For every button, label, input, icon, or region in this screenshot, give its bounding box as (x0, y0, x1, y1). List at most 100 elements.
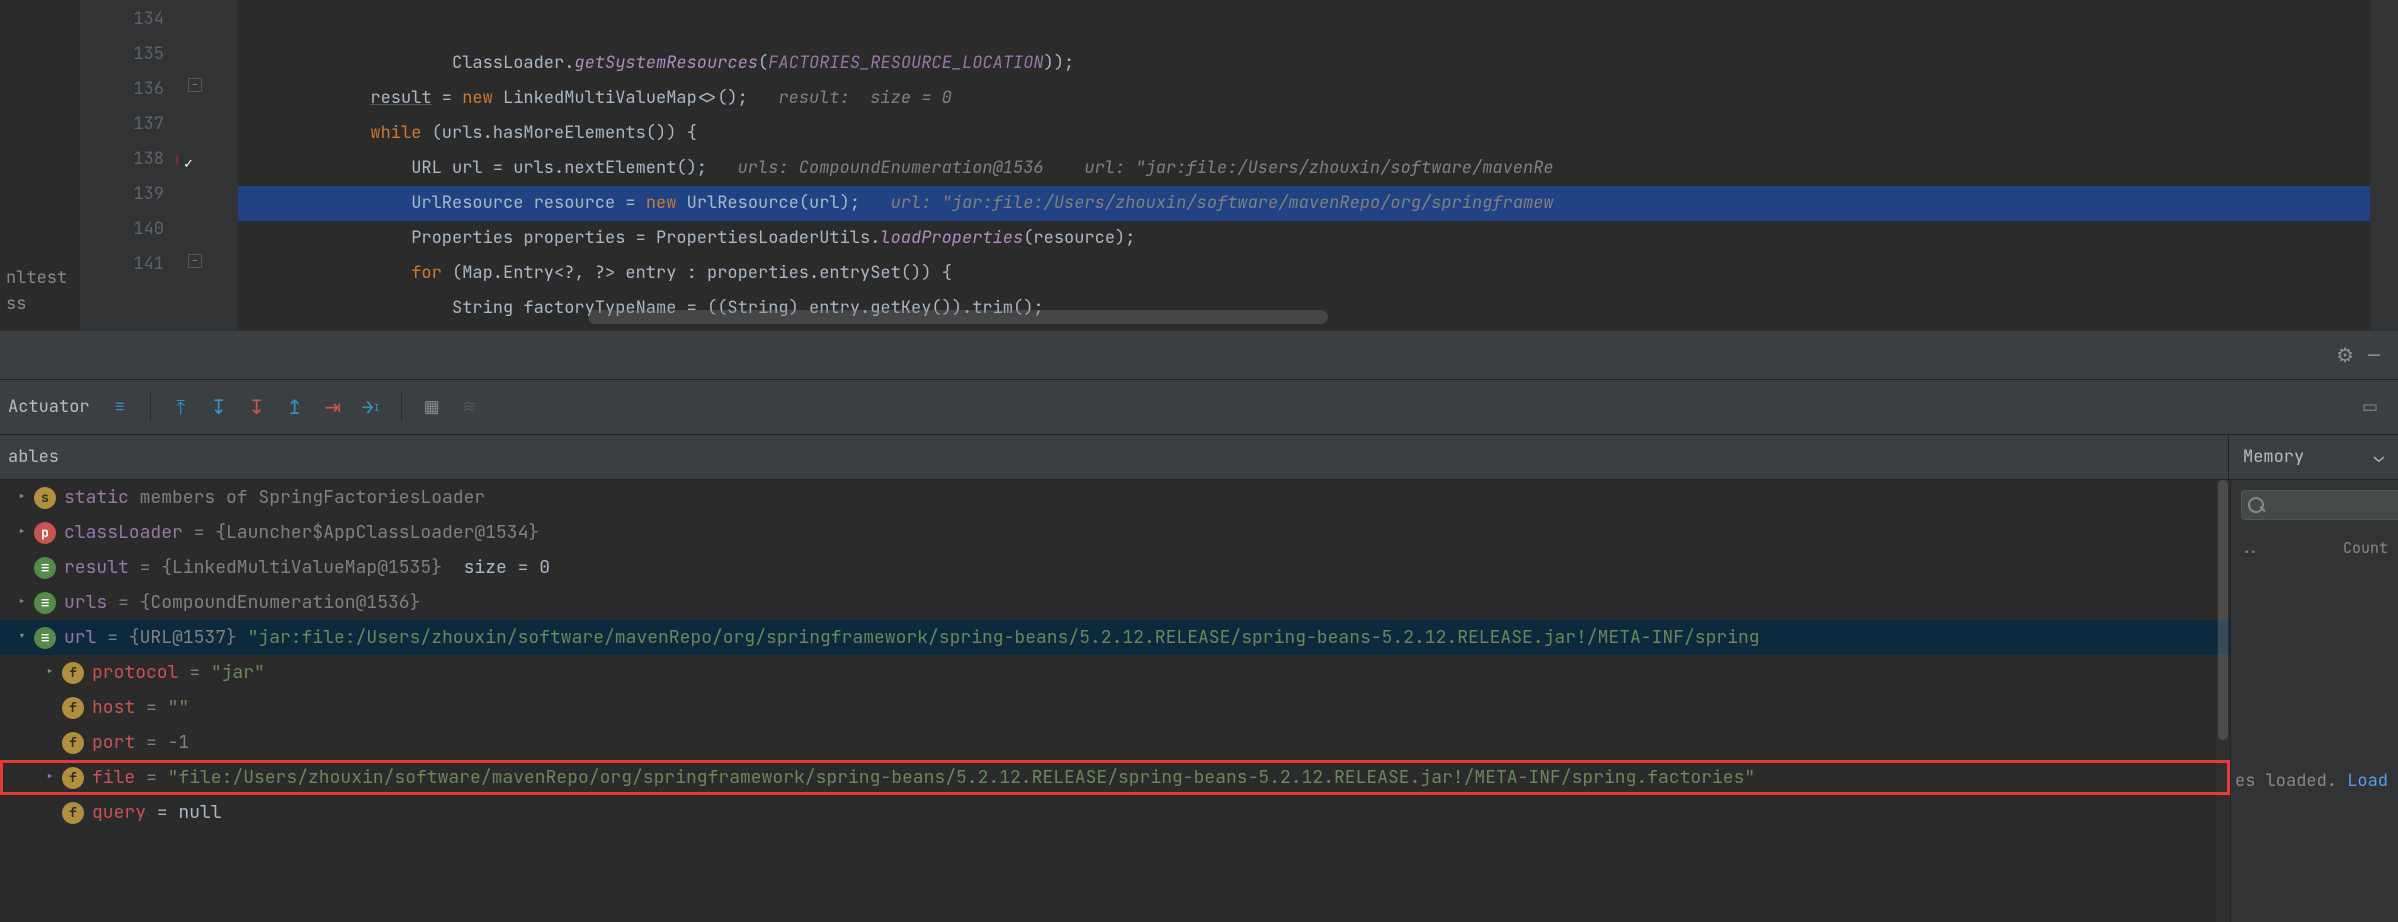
variable-value: = {URL@1537} (96, 620, 247, 655)
variable-string: "jar:file:/Users/zhouxin/software/mavenR… (248, 620, 1760, 655)
actuator-tab[interactable]: Actuator (8, 396, 96, 418)
variable-value: = {CompoundEnumeration@1536} (107, 585, 420, 620)
separator (401, 393, 402, 421)
trace-icon[interactable]: ≋ (456, 393, 484, 421)
memory-col-dots: .. (2241, 538, 2259, 558)
separator (150, 393, 151, 421)
variable-value: = {LinkedMultiValueMap@1535} (129, 550, 453, 585)
horizontal-scrollbar[interactable] (588, 310, 1328, 324)
variable-name: result (64, 550, 129, 585)
type-badge-icon: f (62, 732, 84, 754)
type-badge-icon: ≡ (34, 627, 56, 649)
code-line[interactable]: while (urls.hasMoreElements()) { (238, 116, 2398, 151)
variable-row[interactable]: fhost = "" (0, 690, 2230, 725)
gear-icon[interactable]: ⚙ (2336, 342, 2354, 368)
type-badge-icon: ≡ (34, 557, 56, 579)
variable-value: = (178, 655, 210, 690)
variable-value: = (135, 760, 167, 795)
spacer (40, 690, 60, 725)
variables-tree[interactable]: sstatic members of SpringFactoriesLoader… (0, 480, 2230, 922)
type-badge-icon: f (62, 697, 84, 719)
variable-name: host (92, 690, 135, 725)
type-badge-icon: f (62, 802, 84, 824)
code-area[interactable]: ClassLoader.getSystemResources(FACTORIES… (238, 0, 2398, 330)
expand-chevron-icon[interactable] (40, 655, 60, 690)
hide-icon[interactable]: — (2368, 342, 2380, 368)
memory-loaded-text: es loaded. (2235, 770, 2347, 792)
variable-string: "file:/Users/zhouxin/software/mavenRepo/… (168, 760, 1756, 795)
code-line[interactable]: UrlResource resource = new UrlResource(u… (238, 186, 2398, 221)
variable-row[interactable]: sstatic members of SpringFactoriesLoader (0, 480, 2230, 515)
right-tool-strip[interactable] (2370, 0, 2398, 330)
spacer (40, 795, 60, 830)
variable-value: = null (146, 795, 222, 830)
threads-icon[interactable]: ≡ (106, 393, 134, 421)
type-badge-icon: p (34, 522, 56, 544)
left-cut-text: nltest (0, 265, 80, 291)
variable-name: urls (64, 585, 107, 620)
chevron-down-icon: ⌄ (2374, 446, 2384, 468)
fold-mark-icon[interactable]: – (188, 78, 202, 92)
left-cut-text: ss (0, 291, 80, 317)
variable-name: url (64, 620, 96, 655)
variable-row[interactable]: p classLoader = {Launcher$AppClassLoader@… (0, 515, 2230, 550)
code-line[interactable]: Properties properties = PropertiesLoader… (238, 221, 2398, 256)
variable-name: protocol (92, 655, 178, 690)
type-badge-icon: s (34, 487, 56, 509)
variable-value: = (135, 690, 167, 725)
memory-tab[interactable]: Memory ⌄ (2228, 435, 2398, 479)
variable-row[interactable]: fport = -1 (0, 725, 2230, 760)
expand-chevron-icon[interactable] (40, 760, 60, 795)
type-badge-icon: f (62, 767, 84, 789)
show-exec-point-icon[interactable]: ⤒ (167, 393, 195, 421)
spacer (40, 725, 60, 760)
variable-row[interactable]: fquery = null (0, 795, 2230, 830)
type-badge-icon: f (62, 662, 84, 684)
step-into-icon[interactable]: ↧ (243, 393, 271, 421)
step-out-icon[interactable]: ↥ (281, 393, 309, 421)
vertical-scrollbar[interactable] (2216, 480, 2230, 922)
scrollbar-thumb[interactable] (2218, 480, 2228, 740)
run-to-cursor-icon[interactable]: →I (357, 393, 385, 421)
variable-row[interactable]: f protocol = "jar" (0, 655, 2230, 690)
force-step-icon[interactable]: ⇥ (319, 393, 347, 421)
fold-mark-icon[interactable]: – (188, 254, 202, 268)
expand-chevron-icon[interactable] (12, 585, 32, 620)
expand-chevron-icon[interactable] (12, 480, 32, 515)
code-editor[interactable]: nltest ss 134135136137138139140141 – – C… (0, 0, 2398, 330)
memory-load-link[interactable]: Load (2347, 770, 2388, 792)
layout-icon[interactable]: ▭ (2362, 396, 2378, 418)
variable-string: "jar" (211, 655, 265, 690)
variable-value: = {Launcher$AppClassLoader@1534} (183, 515, 539, 550)
variable-string: "" (168, 690, 190, 725)
variable-name: classLoader (64, 515, 183, 550)
debug-panel-header: ⚙ — (0, 330, 2398, 380)
expand-chevron-icon[interactable] (12, 620, 32, 655)
variables-label: ables (8, 446, 59, 468)
evaluate-icon[interactable]: ▦ (418, 393, 446, 421)
memory-panel: ⚙ .. Count es loaded. Load (2230, 480, 2398, 922)
debug-toolbar: Actuator ≡ ⤒ ↧ ↧ ↥ ⇥ →I ▦ ≋ ▭ (0, 380, 2398, 435)
left-cut-panel: nltest ss (0, 0, 80, 330)
line-number-gutter[interactable]: 134135136137138139140141 (80, 0, 178, 330)
memory-label: Memory (2243, 446, 2304, 468)
variable-name: port (92, 725, 135, 760)
variable-row[interactable]: ffile = "file:/Users/zhouxin/software/ma… (0, 760, 2230, 795)
variable-extra: size = 0 (453, 550, 550, 585)
memory-col-count: Count (2343, 538, 2388, 558)
code-line[interactable]: result = new LinkedMultiValueMap<>(); re… (238, 81, 2398, 116)
memory-search-input[interactable] (2241, 490, 2398, 520)
expand-chevron-icon[interactable] (12, 515, 32, 550)
code-line[interactable]: for (Map.Entry<?, ?> entry : properties.… (238, 256, 2398, 291)
step-over-icon[interactable]: ↧ (205, 393, 233, 421)
variable-row[interactable]: ≡ urls = {CompoundEnumeration@1536} (0, 585, 2230, 620)
variable-row[interactable]: ≡ result = {LinkedMultiValueMap@1535} siz… (0, 550, 2230, 585)
type-badge-icon: ≡ (34, 592, 56, 614)
code-line[interactable]: URL url = urls.nextElement(); urls: Comp… (238, 151, 2398, 186)
variable-name: static (64, 480, 129, 515)
variable-text: members of SpringFactoriesLoader (129, 480, 485, 515)
variables-header: ables Memory ⌄ (0, 435, 2398, 480)
variable-value: = -1 (135, 725, 189, 760)
variable-row[interactable]: ≡ url = {URL@1537} "jar:file:/Users/zhoux… (0, 620, 2230, 655)
code-line[interactable]: ClassLoader.getSystemResources(FACTORIES… (238, 46, 2398, 81)
